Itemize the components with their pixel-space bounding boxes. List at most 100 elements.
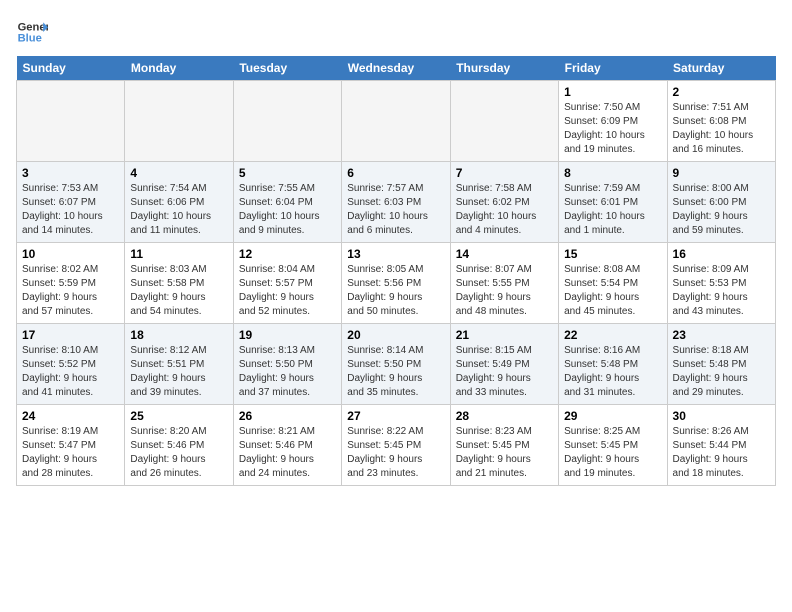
day-detail: Sunrise: 7:53 AM Sunset: 6:07 PM Dayligh… <box>22 182 119 238</box>
week-row-2: 10 Sunrise: 8:02 AM Sunset: 5:59 PM Dayli… <box>17 243 776 324</box>
weekday-header-saturday: Saturday <box>667 56 775 81</box>
day-number: 18 <box>130 328 227 342</box>
calendar-cell: 13 Sunrise: 8:05 AM Sunset: 5:56 PM Dayli… <box>342 243 450 324</box>
day-detail: Sunrise: 8:03 AM Sunset: 5:58 PM Dayligh… <box>130 263 227 319</box>
calendar-cell <box>17 81 125 162</box>
day-detail: Sunrise: 7:54 AM Sunset: 6:06 PM Dayligh… <box>130 182 227 238</box>
day-detail: Sunrise: 7:59 AM Sunset: 6:01 PM Dayligh… <box>564 182 661 238</box>
calendar-cell: 2 Sunrise: 7:51 AM Sunset: 6:08 PM Daylig… <box>667 81 775 162</box>
day-detail: Sunrise: 7:58 AM Sunset: 6:02 PM Dayligh… <box>456 182 553 238</box>
day-number: 16 <box>673 247 770 261</box>
day-number: 24 <box>22 409 119 423</box>
day-detail: Sunrise: 8:08 AM Sunset: 5:54 PM Dayligh… <box>564 263 661 319</box>
day-detail: Sunrise: 8:09 AM Sunset: 5:53 PM Dayligh… <box>673 263 770 319</box>
day-number: 28 <box>456 409 553 423</box>
day-number: 25 <box>130 409 227 423</box>
day-detail: Sunrise: 8:19 AM Sunset: 5:47 PM Dayligh… <box>22 425 119 481</box>
day-number: 4 <box>130 166 227 180</box>
day-number: 14 <box>456 247 553 261</box>
day-number: 12 <box>239 247 336 261</box>
calendar-cell: 20Sunrise: 8:14 AM Sunset: 5:50 PM Dayli… <box>342 324 450 405</box>
day-number: 15 <box>564 247 661 261</box>
day-number: 30 <box>673 409 770 423</box>
calendar-cell: 30 Sunrise: 8:26 AM Sunset: 5:44 PM Dayli… <box>667 405 775 486</box>
calendar-cell: 9 Sunrise: 8:00 AM Sunset: 6:00 PM Daylig… <box>667 162 775 243</box>
calendar-cell: 27 Sunrise: 8:22 AM Sunset: 5:45 PM Dayli… <box>342 405 450 486</box>
day-number: 2 <box>673 85 770 99</box>
day-number: 21 <box>456 328 553 342</box>
calendar-cell <box>233 81 341 162</box>
day-detail: Sunrise: 8:21 AM Sunset: 5:46 PM Dayligh… <box>239 425 336 481</box>
calendar-cell: 15 Sunrise: 8:08 AM Sunset: 5:54 PM Dayli… <box>559 243 667 324</box>
calendar-cell: 14 Sunrise: 8:07 AM Sunset: 5:55 PM Dayli… <box>450 243 558 324</box>
day-detail: Sunrise: 8:16 AM Sunset: 5:48 PM Dayligh… <box>564 344 661 400</box>
day-detail: Sunrise: 8:07 AM Sunset: 5:55 PM Dayligh… <box>456 263 553 319</box>
page-header: General Blue <box>16 16 776 48</box>
calendar-cell <box>125 81 233 162</box>
calendar-cell: 24 Sunrise: 8:19 AM Sunset: 5:47 PM Dayli… <box>17 405 125 486</box>
day-detail: Sunrise: 7:57 AM Sunset: 6:03 PM Dayligh… <box>347 182 444 238</box>
day-detail: Sunrise: 8:22 AM Sunset: 5:45 PM Dayligh… <box>347 425 444 481</box>
calendar-cell: 4 Sunrise: 7:54 AM Sunset: 6:06 PM Daylig… <box>125 162 233 243</box>
day-detail: Sunrise: 8:18 AM Sunset: 5:48 PM Dayligh… <box>673 344 770 400</box>
day-number: 1 <box>564 85 661 99</box>
day-number: 11 <box>130 247 227 261</box>
day-detail: Sunrise: 8:20 AM Sunset: 5:46 PM Dayligh… <box>130 425 227 481</box>
calendar-cell: 12 Sunrise: 8:04 AM Sunset: 5:57 PM Dayli… <box>233 243 341 324</box>
weekday-header-friday: Friday <box>559 56 667 81</box>
calendar-cell: 7 Sunrise: 7:58 AM Sunset: 6:02 PM Daylig… <box>450 162 558 243</box>
week-row-4: 24 Sunrise: 8:19 AM Sunset: 5:47 PM Dayli… <box>17 405 776 486</box>
day-number: 27 <box>347 409 444 423</box>
day-detail: Sunrise: 7:51 AM Sunset: 6:08 PM Dayligh… <box>673 101 770 157</box>
day-detail: Sunrise: 8:23 AM Sunset: 5:45 PM Dayligh… <box>456 425 553 481</box>
week-row-0: 1 Sunrise: 7:50 AM Sunset: 6:09 PM Daylig… <box>17 81 776 162</box>
weekday-header-monday: Monday <box>125 56 233 81</box>
weekday-header-wednesday: Wednesday <box>342 56 450 81</box>
calendar-cell: 17 Sunrise: 8:10 AM Sunset: 5:52 PM Dayli… <box>17 324 125 405</box>
day-detail: Sunrise: 7:50 AM Sunset: 6:09 PM Dayligh… <box>564 101 661 157</box>
day-number: 5 <box>239 166 336 180</box>
day-detail: Sunrise: 8:10 AM Sunset: 5:52 PM Dayligh… <box>22 344 119 400</box>
logo: General Blue <box>16 16 48 48</box>
day-detail: Sunrise: 8:13 AM Sunset: 5:50 PM Dayligh… <box>239 344 336 400</box>
calendar-cell: 22 Sunrise: 8:16 AM Sunset: 5:48 PM Dayli… <box>559 324 667 405</box>
day-number: 7 <box>456 166 553 180</box>
day-number: 3 <box>22 166 119 180</box>
calendar-cell: 23Sunrise: 8:18 AM Sunset: 5:48 PM Dayli… <box>667 324 775 405</box>
svg-text:Blue: Blue <box>18 33 42 45</box>
calendar-cell: 11 Sunrise: 8:03 AM Sunset: 5:58 PM Dayli… <box>125 243 233 324</box>
calendar-cell: 10 Sunrise: 8:02 AM Sunset: 5:59 PM Dayli… <box>17 243 125 324</box>
day-number: 19 <box>239 328 336 342</box>
weekday-header-sunday: Sunday <box>17 56 125 81</box>
day-number: 17 <box>22 328 119 342</box>
calendar-cell <box>342 81 450 162</box>
day-detail: Sunrise: 8:04 AM Sunset: 5:57 PM Dayligh… <box>239 263 336 319</box>
day-number: 9 <box>673 166 770 180</box>
day-detail: Sunrise: 8:02 AM Sunset: 5:59 PM Dayligh… <box>22 263 119 319</box>
calendar-cell: 28 Sunrise: 8:23 AM Sunset: 5:45 PM Dayli… <box>450 405 558 486</box>
calendar-body: 1 Sunrise: 7:50 AM Sunset: 6:09 PM Daylig… <box>17 81 776 486</box>
day-number: 8 <box>564 166 661 180</box>
calendar-cell: 5Sunrise: 7:55 AM Sunset: 6:04 PM Daylig… <box>233 162 341 243</box>
day-number: 22 <box>564 328 661 342</box>
day-detail: Sunrise: 8:15 AM Sunset: 5:49 PM Dayligh… <box>456 344 553 400</box>
day-detail: Sunrise: 8:12 AM Sunset: 5:51 PM Dayligh… <box>130 344 227 400</box>
calendar-cell: 6 Sunrise: 7:57 AM Sunset: 6:03 PM Daylig… <box>342 162 450 243</box>
day-number: 13 <box>347 247 444 261</box>
weekday-header-tuesday: Tuesday <box>233 56 341 81</box>
day-number: 26 <box>239 409 336 423</box>
day-number: 10 <box>22 247 119 261</box>
day-detail: Sunrise: 8:05 AM Sunset: 5:56 PM Dayligh… <box>347 263 444 319</box>
week-row-3: 17 Sunrise: 8:10 AM Sunset: 5:52 PM Dayli… <box>17 324 776 405</box>
day-detail: Sunrise: 8:00 AM Sunset: 6:00 PM Dayligh… <box>673 182 770 238</box>
day-detail: Sunrise: 8:26 AM Sunset: 5:44 PM Dayligh… <box>673 425 770 481</box>
calendar-table: SundayMondayTuesdayWednesdayThursdayFrid… <box>16 56 776 486</box>
calendar-cell: 3 Sunrise: 7:53 AM Sunset: 6:07 PM Daylig… <box>17 162 125 243</box>
day-number: 6 <box>347 166 444 180</box>
day-detail: Sunrise: 8:25 AM Sunset: 5:45 PM Dayligh… <box>564 425 661 481</box>
calendar-cell: 19 Sunrise: 8:13 AM Sunset: 5:50 PM Dayli… <box>233 324 341 405</box>
day-detail: Sunrise: 8:14 AM Sunset: 5:50 PM Dayligh… <box>347 344 444 400</box>
calendar-cell: 21 Sunrise: 8:15 AM Sunset: 5:49 PM Dayli… <box>450 324 558 405</box>
calendar-cell: 16 Sunrise: 8:09 AM Sunset: 5:53 PM Dayli… <box>667 243 775 324</box>
calendar-cell: 26 Sunrise: 8:21 AM Sunset: 5:46 PM Dayli… <box>233 405 341 486</box>
